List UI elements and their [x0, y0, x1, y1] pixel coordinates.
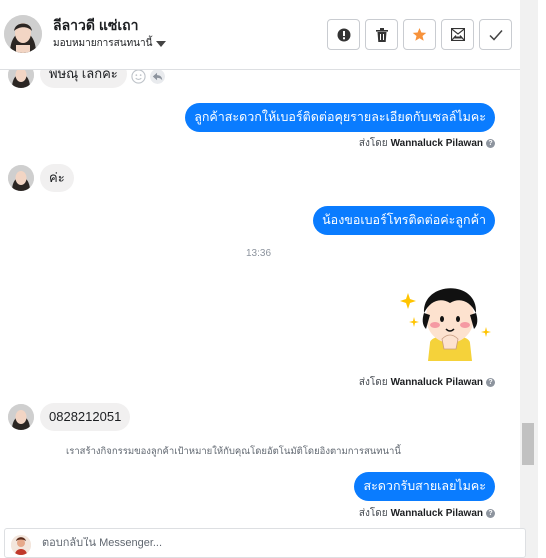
- contact-name: ลีลาวดี แซ่เถา: [53, 17, 139, 33]
- assign-label: มอบหมายการสนทนานี้: [53, 38, 153, 49]
- conversation-header: ลีลาวดี แซ่เถา มอบหมายการสนทนานี้: [0, 0, 520, 70]
- sent-by-label: ส่งโดย Wannaluck Pilawan ?: [359, 506, 495, 521]
- assign-conversation-dropdown[interactable]: มอบหมายการสนทนานี้: [53, 36, 167, 51]
- action-toolbar: [327, 19, 512, 50]
- exclamation-icon: [337, 28, 350, 41]
- outgoing-message: ลูกค้าสะดวกให้เบอร์ติดต่อคุยรายละเอียดกั…: [185, 103, 495, 132]
- reply-composer: [4, 528, 526, 558]
- sticker-image: [400, 273, 496, 365]
- agent-name: Wannaluck Pilawan: [390, 377, 483, 388]
- reply-input[interactable]: [42, 537, 342, 549]
- sent-by-prefix: ส่งโดย: [358, 138, 388, 149]
- message-timestamp: 13:36: [246, 248, 272, 259]
- contact-avatar[interactable]: [4, 15, 42, 53]
- reply-icon[interactable]: [150, 69, 165, 84]
- message-thread[interactable]: พิษณุ เลิกค่ะ ลูกค้าสะดวกให้เบอร์ติดต่อค…: [0, 0, 520, 528]
- info-icon[interactable]: ?: [486, 139, 495, 148]
- scrollbar-thumb[interactable]: [522, 423, 534, 465]
- star-icon: [412, 27, 427, 41]
- incoming-message: 0828212051: [40, 403, 131, 431]
- trash-icon: [375, 27, 388, 42]
- info-icon[interactable]: ?: [486, 378, 495, 387]
- delete-button[interactable]: [365, 19, 398, 50]
- scrollbar-track[interactable]: [520, 0, 538, 558]
- incoming-message: ค่ะ: [40, 164, 74, 192]
- outgoing-message: สะดวกรับสายเลยไมคะ: [354, 472, 495, 501]
- system-notice: เราสร้างกิจกรรมของลูกค้าเป้าหมายให้กับคุ…: [66, 446, 401, 457]
- outgoing-message: น้องขอเบอร์โทรติดต่อค่ะลูกค้า: [313, 206, 495, 235]
- sent-by-label: ส่งโดย Wannaluck Pilawan ?: [359, 136, 495, 151]
- done-button[interactable]: [479, 19, 512, 50]
- checkmark-icon: [488, 29, 503, 41]
- star-button[interactable]: [403, 19, 436, 50]
- sent-by-prefix: ส่งโดย: [358, 508, 388, 519]
- agent-name: Wannaluck Pilawan: [390, 138, 483, 149]
- react-emoji-icon[interactable]: [131, 69, 146, 84]
- envelope-icon: [450, 28, 465, 41]
- mark-unread-button[interactable]: [441, 19, 474, 50]
- caret-down-icon: [156, 40, 167, 47]
- agent-name: Wannaluck Pilawan: [390, 508, 483, 519]
- contact-avatar-small: [8, 165, 34, 191]
- page-avatar: [11, 535, 31, 555]
- sent-by-prefix: ส่งโดย: [358, 377, 388, 388]
- contact-avatar-small: [8, 404, 34, 430]
- report-button[interactable]: [327, 19, 360, 50]
- info-icon[interactable]: ?: [486, 509, 495, 518]
- sent-by-label: ส่งโดย Wannaluck Pilawan ?: [359, 375, 495, 390]
